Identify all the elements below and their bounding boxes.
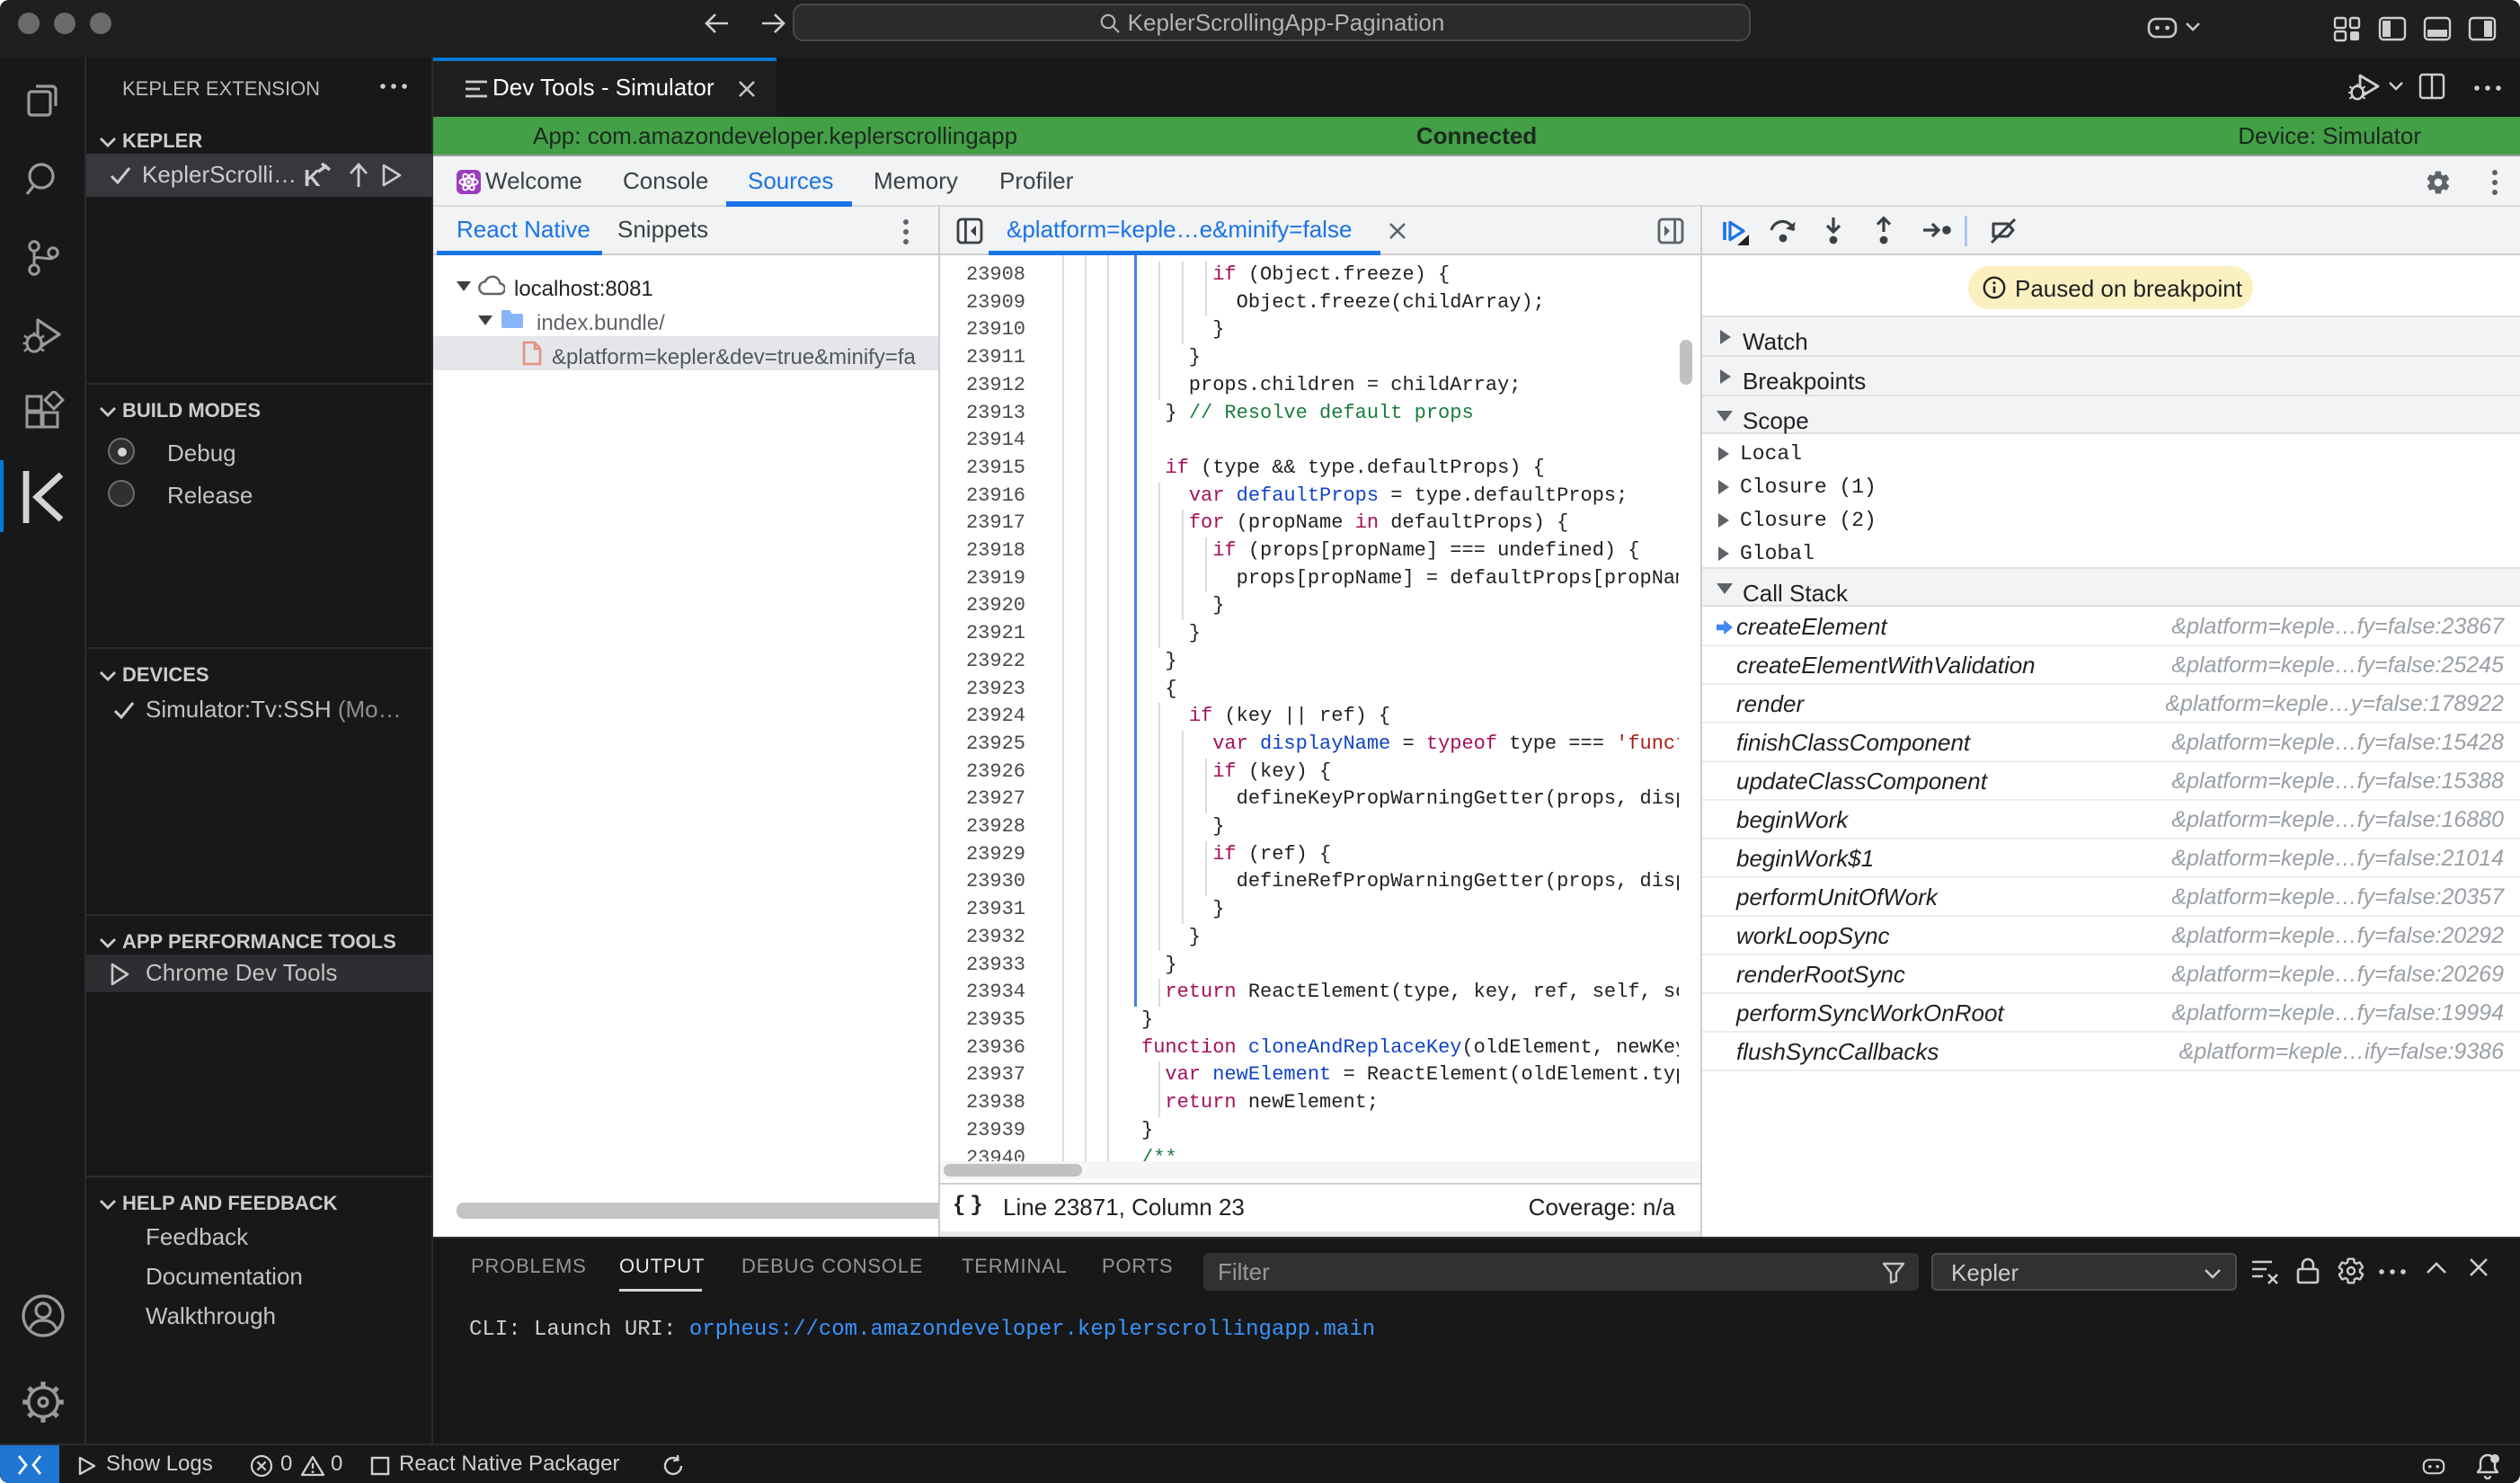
svg-text:K: K (304, 164, 321, 191)
